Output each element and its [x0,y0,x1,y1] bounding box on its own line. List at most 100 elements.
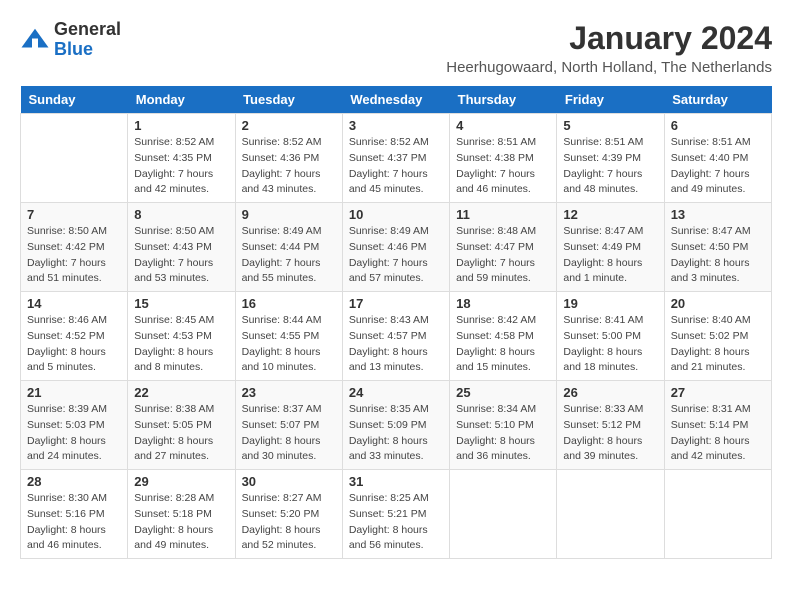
header-monday: Monday [128,86,235,114]
calendar-cell: 11 Sunrise: 8:48 AMSunset: 4:47 PMDayligh… [450,203,557,292]
day-number: 12 [563,207,657,222]
day-number: 6 [671,118,765,133]
header-saturday: Saturday [664,86,771,114]
day-number: 4 [456,118,550,133]
calendar-cell: 6 Sunrise: 8:51 AMSunset: 4:40 PMDaylight… [664,114,771,203]
day-number: 14 [27,296,121,311]
calendar-cell: 31 Sunrise: 8:25 AMSunset: 5:21 PMDayligh… [342,470,449,559]
day-info: Sunrise: 8:44 AMSunset: 4:55 PMDaylight:… [242,313,336,376]
day-info: Sunrise: 8:39 AMSunset: 5:03 PMDaylight:… [27,402,121,465]
day-info: Sunrise: 8:34 AMSunset: 5:10 PMDaylight:… [456,402,550,465]
calendar-cell [557,470,664,559]
day-number: 20 [671,296,765,311]
calendar-cell: 16 Sunrise: 8:44 AMSunset: 4:55 PMDayligh… [235,292,342,381]
month-title: January 2024 [446,20,772,57]
header-thursday: Thursday [450,86,557,114]
calendar-cell: 30 Sunrise: 8:27 AMSunset: 5:20 PMDayligh… [235,470,342,559]
day-number: 31 [349,474,443,489]
day-info: Sunrise: 8:52 AMSunset: 4:35 PMDaylight:… [134,135,228,198]
day-number: 9 [242,207,336,222]
day-number: 8 [134,207,228,222]
calendar-cell: 20 Sunrise: 8:40 AMSunset: 5:02 PMDayligh… [664,292,771,381]
calendar-cell: 28 Sunrise: 8:30 AMSunset: 5:16 PMDayligh… [21,470,128,559]
calendar-cell [450,470,557,559]
calendar-cell: 26Sunrise: 8:33 AMSunset: 5:12 PMDayligh… [557,381,664,470]
day-info: Sunrise: 8:48 AMSunset: 4:47 PMDaylight:… [456,224,550,287]
day-number: 3 [349,118,443,133]
day-info: Sunrise: 8:35 AMSunset: 5:09 PMDaylight:… [349,402,443,465]
day-info: Sunrise: 8:37 AMSunset: 5:07 PMDaylight:… [242,402,336,465]
calendar-cell: 10 Sunrise: 8:49 AMSunset: 4:46 PMDayligh… [342,203,449,292]
day-info: Sunrise: 8:51 AMSunset: 4:40 PMDaylight:… [671,135,765,198]
day-info: Sunrise: 8:42 AMSunset: 4:58 PMDaylight:… [456,313,550,376]
calendar-cell: 29Sunrise: 8:28 AMSunset: 5:18 PMDayligh… [128,470,235,559]
week-row-5: 28 Sunrise: 8:30 AMSunset: 5:16 PMDayligh… [21,470,772,559]
day-info: Sunrise: 8:33 AMSunset: 5:12 PMDaylight:… [563,402,657,465]
day-number: 16 [242,296,336,311]
calendar-cell: 5Sunrise: 8:51 AMSunset: 4:39 PMDaylight… [557,114,664,203]
day-number: 15 [134,296,228,311]
day-info: Sunrise: 8:38 AMSunset: 5:05 PMDaylight:… [134,402,228,465]
day-info: Sunrise: 8:25 AMSunset: 5:21 PMDaylight:… [349,491,443,554]
calendar-cell [664,470,771,559]
day-number: 28 [27,474,121,489]
week-row-1: 1Sunrise: 8:52 AMSunset: 4:35 PMDaylight… [21,114,772,203]
logo-general: General [54,20,121,40]
weekday-header-row: SundayMondayTuesdayWednesdayThursdayFrid… [21,86,772,114]
day-info: Sunrise: 8:30 AMSunset: 5:16 PMDaylight:… [27,491,121,554]
calendar-cell: 23Sunrise: 8:37 AMSunset: 5:07 PMDayligh… [235,381,342,470]
calendar-cell: 2 Sunrise: 8:52 AMSunset: 4:36 PMDaylight… [235,114,342,203]
day-info: Sunrise: 8:50 AMSunset: 4:43 PMDaylight:… [134,224,228,287]
calendar-cell: 4 Sunrise: 8:51 AMSunset: 4:38 PMDaylight… [450,114,557,203]
day-number: 19 [563,296,657,311]
week-row-3: 14 Sunrise: 8:46 AMSunset: 4:52 PMDayligh… [21,292,772,381]
calendar-cell: 24 Sunrise: 8:35 AMSunset: 5:09 PMDayligh… [342,381,449,470]
day-number: 2 [242,118,336,133]
calendar-cell: 22 Sunrise: 8:38 AMSunset: 5:05 PMDayligh… [128,381,235,470]
day-number: 10 [349,207,443,222]
day-number: 24 [349,385,443,400]
day-number: 13 [671,207,765,222]
day-number: 21 [27,385,121,400]
day-number: 25 [456,385,550,400]
header-sunday: Sunday [21,86,128,114]
day-info: Sunrise: 8:27 AMSunset: 5:20 PMDaylight:… [242,491,336,554]
day-number: 18 [456,296,550,311]
day-info: Sunrise: 8:50 AMSunset: 4:42 PMDaylight:… [27,224,121,287]
day-number: 30 [242,474,336,489]
calendar-cell: 27Sunrise: 8:31 AMSunset: 5:14 PMDayligh… [664,381,771,470]
page-header: General Blue January 2024 Heerhugowaard,… [20,20,772,76]
day-info: Sunrise: 8:40 AMSunset: 5:02 PMDaylight:… [671,313,765,376]
week-row-4: 21 Sunrise: 8:39 AMSunset: 5:03 PMDayligh… [21,381,772,470]
day-info: Sunrise: 8:31 AMSunset: 5:14 PMDaylight:… [671,402,765,465]
header-friday: Friday [557,86,664,114]
day-info: Sunrise: 8:49 AMSunset: 4:46 PMDaylight:… [349,224,443,287]
calendar-cell: 13Sunrise: 8:47 AMSunset: 4:50 PMDayligh… [664,203,771,292]
logo: General Blue [20,20,121,60]
day-info: Sunrise: 8:47 AMSunset: 4:49 PMDaylight:… [563,224,657,287]
calendar-cell: 19Sunrise: 8:41 AMSunset: 5:00 PMDayligh… [557,292,664,381]
calendar-cell: 9 Sunrise: 8:49 AMSunset: 4:44 PMDaylight… [235,203,342,292]
location-subtitle: Heerhugowaard, North Holland, The Nether… [446,59,772,76]
calendar-cell: 15 Sunrise: 8:45 AMSunset: 4:53 PMDayligh… [128,292,235,381]
day-info: Sunrise: 8:52 AMSunset: 4:36 PMDaylight:… [242,135,336,198]
calendar-cell: 7Sunrise: 8:50 AMSunset: 4:42 PMDaylight… [21,203,128,292]
week-row-2: 7Sunrise: 8:50 AMSunset: 4:42 PMDaylight… [21,203,772,292]
day-number: 11 [456,207,550,222]
day-number: 22 [134,385,228,400]
calendar-cell: 21 Sunrise: 8:39 AMSunset: 5:03 PMDayligh… [21,381,128,470]
logo-text: General Blue [54,20,121,60]
day-info: Sunrise: 8:51 AMSunset: 4:38 PMDaylight:… [456,135,550,198]
calendar-table: SundayMondayTuesdayWednesdayThursdayFrid… [20,86,772,559]
calendar-cell: 1Sunrise: 8:52 AMSunset: 4:35 PMDaylight… [128,114,235,203]
calendar-cell [21,114,128,203]
calendar-cell: 18 Sunrise: 8:42 AMSunset: 4:58 PMDayligh… [450,292,557,381]
day-number: 29 [134,474,228,489]
calendar-cell: 8 Sunrise: 8:50 AMSunset: 4:43 PMDaylight… [128,203,235,292]
day-info: Sunrise: 8:45 AMSunset: 4:53 PMDaylight:… [134,313,228,376]
day-info: Sunrise: 8:49 AMSunset: 4:44 PMDaylight:… [242,224,336,287]
calendar-cell: 12 Sunrise: 8:47 AMSunset: 4:49 PMDayligh… [557,203,664,292]
day-info: Sunrise: 8:51 AMSunset: 4:39 PMDaylight:… [563,135,657,198]
day-info: Sunrise: 8:46 AMSunset: 4:52 PMDaylight:… [27,313,121,376]
logo-blue: Blue [54,40,121,60]
